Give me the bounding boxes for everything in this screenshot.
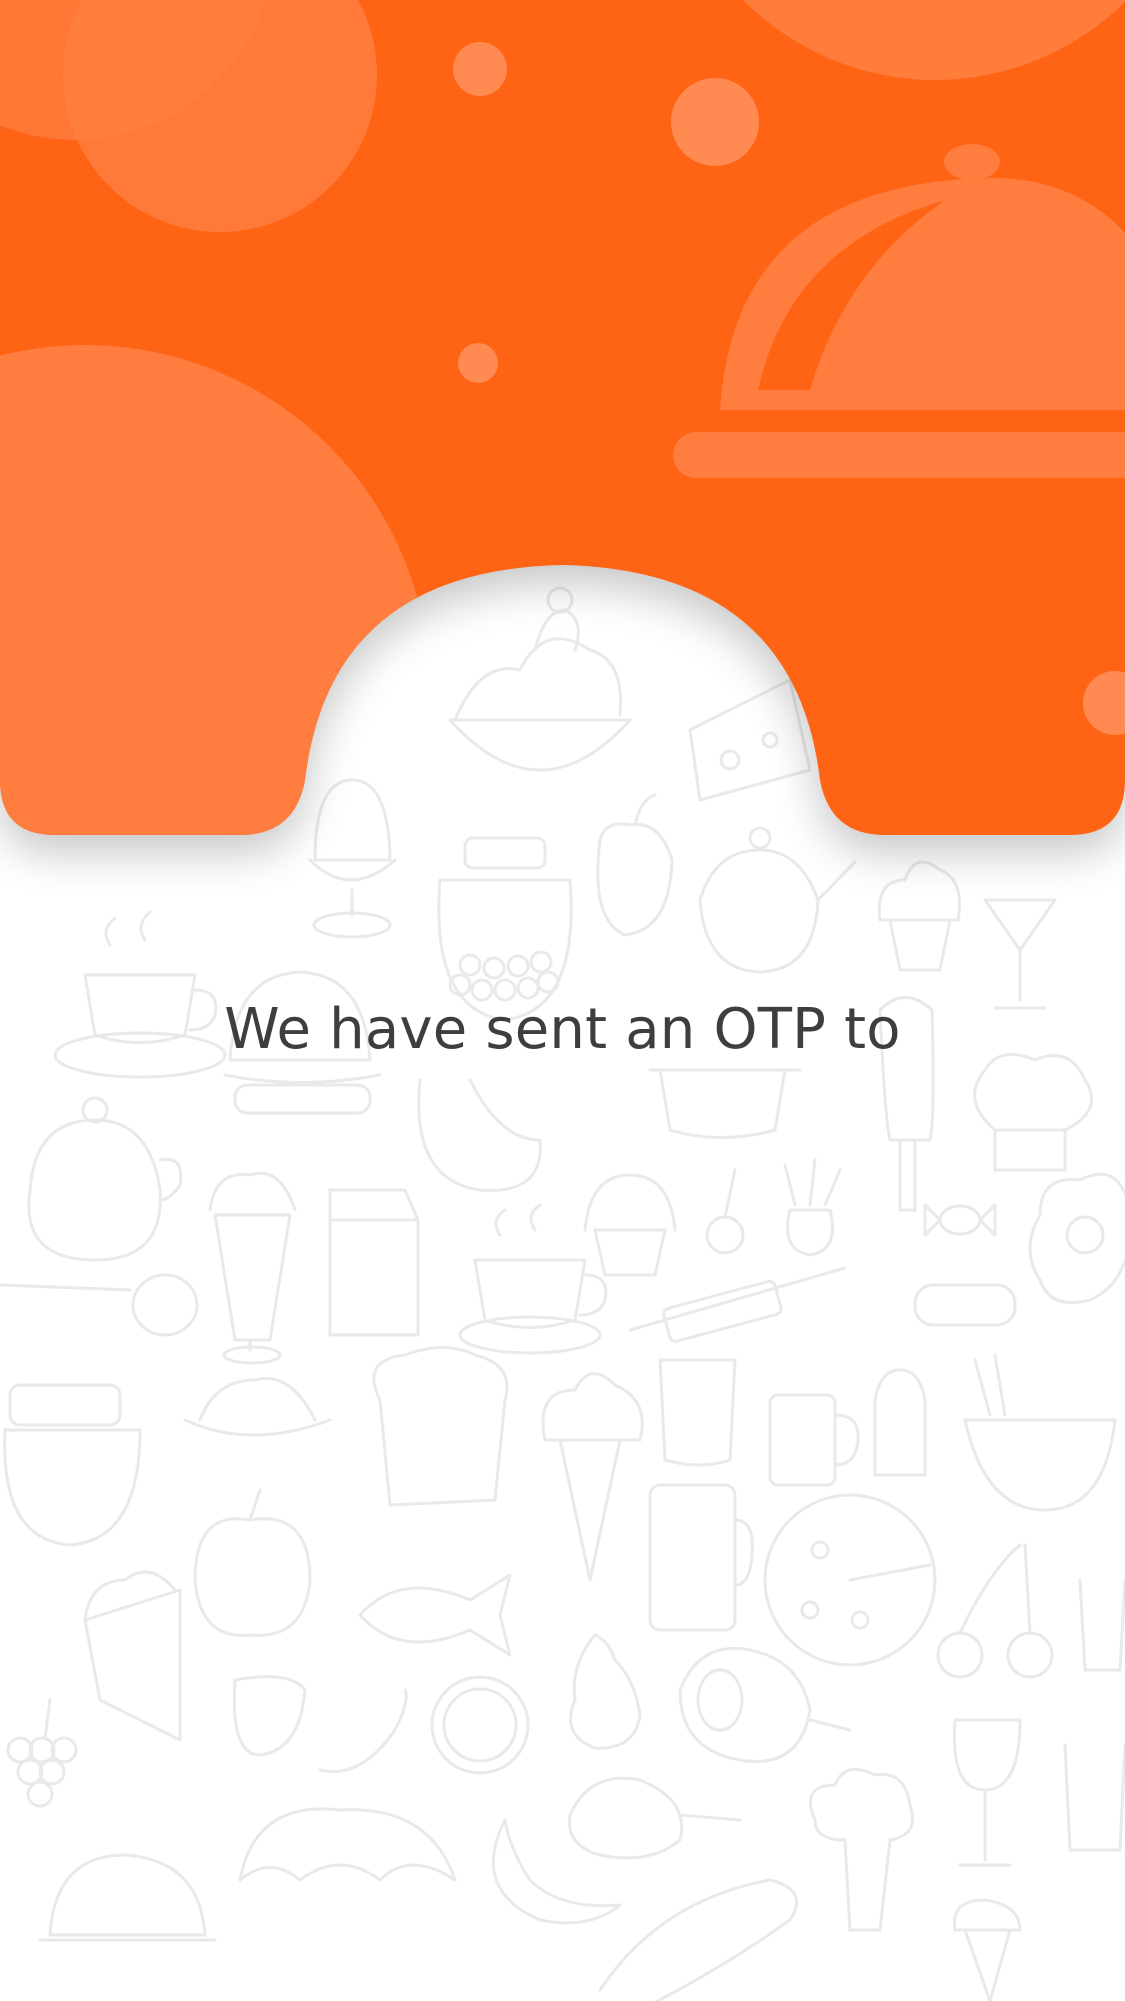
pear-doodle-icon	[569, 1633, 642, 1750]
croissant-doodle-icon	[238, 1807, 457, 1882]
toast-doodle-icon	[372, 1346, 509, 1507]
grapes-doodle-icon	[6, 1698, 78, 1808]
fried-egg-doodle-icon	[1028, 1172, 1125, 1304]
egg-cup-doodle-icon	[308, 778, 397, 939]
cooking-pot-doodle-icon	[648, 1068, 802, 1139]
mug-doodle-icon	[768, 1393, 860, 1487]
broccoli-doodle-icon	[809, 1767, 914, 1932]
cherries-doodle-icon	[936, 1543, 1054, 1679]
jam-jar-doodle-icon	[3, 1383, 142, 1547]
teapot-doodle-icon	[698, 826, 857, 974]
pizza-doodle-icon	[763, 1493, 937, 1667]
ladle-doodle-icon	[0, 1273, 199, 1337]
lemon-slice-doodle-icon	[430, 1675, 530, 1775]
drumstick-doodle-icon	[567, 1776, 742, 1860]
muffin-doodle-icon	[583, 1173, 677, 1277]
wrapped-candy-doodle-icon	[913, 1283, 1017, 1327]
cupcake-doodle-icon	[877, 860, 961, 972]
cherry-doodle-icon	[705, 1168, 745, 1255]
hot-dog-doodle-icon	[417, 1078, 542, 1192]
strawberry-doodle-icon	[232, 1675, 307, 1757]
salad-plate-doodle-icon	[183, 1376, 332, 1437]
ice-glass-doodle-icon	[1063, 1743, 1125, 1852]
decor-dot-2	[671, 78, 759, 166]
kebab-doodle-icon	[628, 1266, 847, 1343]
juice-glass-doodle-icon	[1078, 1578, 1125, 1672]
ice-cream-cone-small-doodle-icon	[952, 1898, 1022, 2001]
radish-doodle-icon	[783, 1158, 842, 1257]
ham-doodle-icon	[678, 1646, 852, 1763]
bell-pepper-doodle-icon	[596, 793, 674, 937]
candy-doodle-icon	[923, 1203, 997, 1237]
kettle-doodle-icon	[27, 1096, 183, 1262]
cake-slice-doodle-icon	[83, 1570, 182, 1742]
fish-doodle-icon	[358, 1573, 512, 1657]
chef-hat-doodle-icon	[973, 1052, 1094, 1172]
glass-doodle-icon	[658, 1358, 737, 1467]
salt-shaker-doodle-icon	[873, 1368, 927, 1477]
ice-cream-bowl-doodle-icon	[448, 586, 632, 772]
banana-doodle-icon	[491, 1818, 622, 1925]
wine-glass-doodle-icon	[952, 1718, 1022, 1867]
noodle-bowl-doodle-icon	[963, 1353, 1117, 1512]
otp-sent-title: We have sent an OTP to	[224, 997, 901, 1062]
baguette-doodle-icon	[598, 1878, 799, 2001]
decor-dot-3	[458, 343, 498, 383]
milkshake-doodle-icon	[208, 1171, 297, 1365]
apple-doodle-icon	[193, 1488, 312, 1637]
beer-mug-doodle-icon	[648, 1483, 754, 1632]
cloche-doodle-icon	[38, 1853, 217, 1942]
chili-doodle-icon	[318, 1688, 408, 1774]
milk-carton-doodle-icon	[328, 1188, 420, 1337]
ice-cream-cone-doodle-icon	[541, 1372, 644, 1582]
decor-dot-1	[453, 42, 507, 96]
